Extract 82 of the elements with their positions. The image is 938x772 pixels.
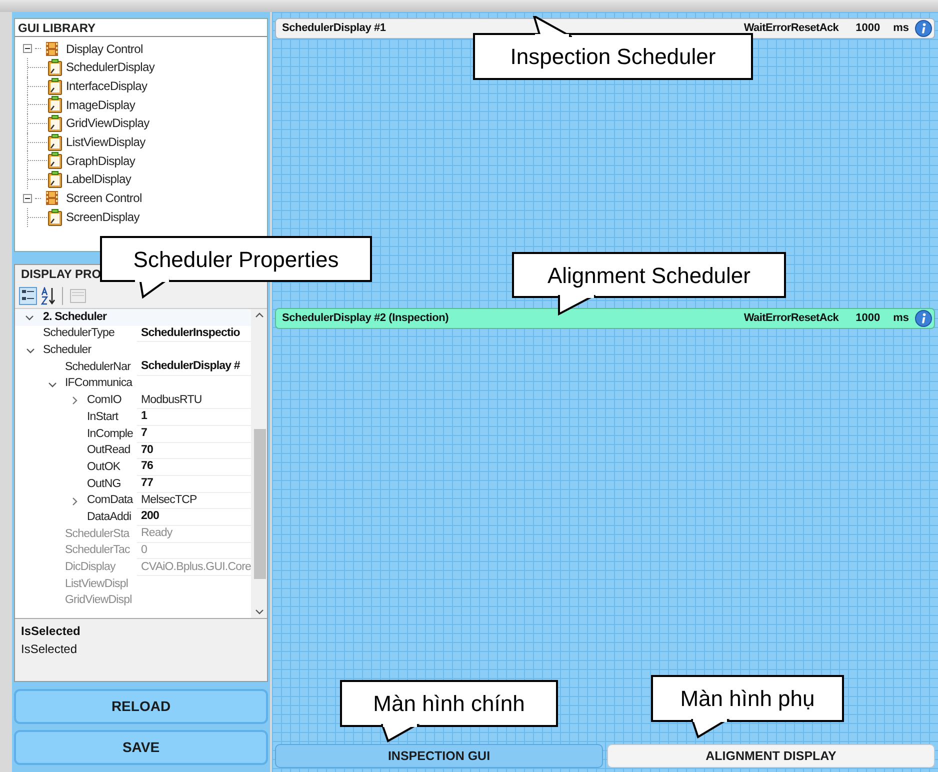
interval-unit: ms [893, 311, 909, 326]
description-text: IsSelected [21, 641, 78, 658]
tree-item[interactable]: InterfaceDisplay [66, 77, 148, 96]
action-button[interactable]: RELOAD [14, 689, 268, 724]
property-name: ListViewDispl [65, 576, 128, 592]
screen-tab[interactable]: ALIGNMENT DISPLAY [607, 744, 935, 768]
tree-item[interactable]: SchedulerDisplay [66, 58, 155, 76]
panel-title: GUI LIBRARY [15, 19, 267, 37]
info-icon[interactable] [915, 20, 932, 37]
description-title: IsSelected [21, 623, 82, 640]
screen-tab[interactable]: INSPECTION GUI [275, 744, 603, 768]
property-name: IFCommunica [65, 376, 132, 392]
property-value[interactable]: SchedulerDisplay # [141, 359, 240, 375]
scroll-down-icon[interactable] [254, 609, 264, 615]
tree-item[interactable]: Screen Control [66, 189, 142, 208]
property-name: OutOK [87, 460, 120, 475]
chevron-down-icon[interactable] [26, 346, 35, 356]
property-name: GridViewDispl [65, 593, 132, 608]
clipboard-icon [47, 58, 63, 76]
info-icon[interactable] [915, 310, 932, 327]
clipboard-icon [47, 96, 63, 114]
interval-value: 1000 [856, 311, 880, 326]
scrollbar[interactable] [251, 309, 267, 618]
tree-item[interactable]: ScreenDisplay [66, 208, 140, 226]
property-name: DicDisplay [65, 560, 116, 576]
chevron-right-icon[interactable] [70, 396, 79, 406]
scheduler-title: SchedulerDisplay #2 (Inspection) [282, 311, 449, 326]
collapse-icon[interactable] [23, 194, 32, 203]
categorized-icon[interactable] [19, 286, 37, 304]
property-value[interactable]: 70 [141, 442, 153, 458]
property-value[interactable]: 77 [141, 476, 153, 492]
clipboard-icon [47, 208, 63, 226]
action-button[interactable]: SAVE [14, 730, 268, 765]
chevron-down-icon[interactable] [48, 380, 57, 389]
interval-unit: ms [893, 21, 909, 36]
tree-item[interactable]: ImageDisplay [66, 96, 136, 114]
property-value[interactable]: 1 [141, 409, 147, 425]
property-value[interactable]: 76 [141, 459, 153, 475]
callout-pointer [378, 724, 420, 745]
film-icon [44, 40, 60, 56]
property-value[interactable]: MelsecTCP [141, 492, 197, 508]
clipboard-icon [47, 78, 63, 95]
property-value[interactable]: ModbusRTU [141, 392, 202, 408]
tree-item[interactable]: Display Control [66, 40, 143, 58]
property-name: DataAddi [87, 510, 132, 525]
tree-item[interactable]: GridViewDisplay [66, 114, 150, 132]
chevron-down-icon[interactable] [25, 313, 34, 322]
property-name: Scheduler [43, 343, 92, 358]
tree-item[interactable]: GraphDisplay [66, 152, 136, 170]
clipboard-icon [47, 170, 63, 188]
property-name: InComple [87, 426, 134, 442]
property-name: SchedulerNar [65, 360, 131, 375]
tree-item[interactable]: LabelDisplay [66, 170, 132, 188]
property-name: OutNG [87, 476, 121, 492]
callout-pointer [688, 719, 730, 740]
property-value[interactable]: 7 [141, 426, 147, 442]
scheduler-status: WaitErrorResetAck [744, 311, 839, 326]
property-value[interactable]: 200 [141, 509, 159, 525]
callout-pointer [555, 295, 597, 316]
clipboard-icon [47, 114, 63, 132]
clipboard-icon [47, 152, 63, 170]
film-icon [44, 190, 60, 206]
scheduler-header[interactable]: SchedulerDisplay #2 (Inspection) WaitErrorResetAck 1000 ms [275, 308, 935, 329]
callout-pointer [530, 16, 572, 37]
panel-title: DISPLAY PRO [20, 266, 102, 283]
scheduler-title: SchedulerDisplay #1 [282, 21, 386, 36]
property-name: SchedulerTac [65, 543, 130, 558]
category-label: 2. Scheduler [43, 310, 107, 325]
clipboard-icon [47, 134, 63, 151]
chevron-right-icon[interactable] [70, 496, 79, 506]
tree-item[interactable]: ListViewDisplay [66, 133, 146, 152]
scroll-up-icon[interactable] [254, 312, 264, 318]
property-name: ComData [87, 493, 133, 508]
property-name: InStart [87, 410, 118, 425]
collapse-icon[interactable] [23, 44, 32, 53]
property-name: SchedulerType [43, 326, 115, 342]
property-name: SchedulerSta [65, 526, 130, 542]
sort-icon[interactable] [40, 286, 56, 304]
property-name: ComIO [87, 393, 122, 408]
property-value[interactable]: SchedulerInspectio [141, 326, 240, 342]
interval-value: 1000 [856, 21, 880, 36]
property-name: OutRead [87, 443, 130, 458]
